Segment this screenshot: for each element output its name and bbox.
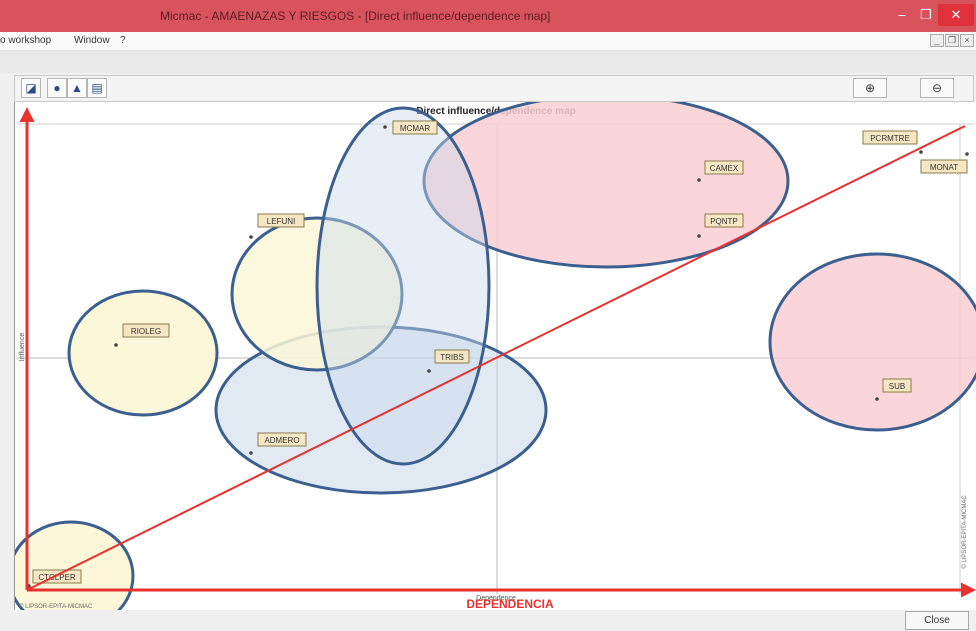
right-axis-credit: © LIPSOR-EPITA-MICMAC [961, 495, 968, 569]
variable-label: CAMEX [710, 164, 739, 173]
close-icon[interactable]: ✕ [938, 4, 974, 26]
variable-label: RIOLEG [131, 327, 161, 336]
variable-label: SUB [889, 382, 905, 391]
zoom-in-icon[interactable]: ⊕ [853, 78, 887, 98]
variable-label: PCRMTRE [870, 134, 910, 143]
cluster-ellipse-left [67, 289, 219, 417]
print-icon[interactable]: ▤ [87, 78, 107, 98]
bottom-credit: © LIPSOR-EPITA-MICMAC [19, 603, 93, 610]
variable-label: LEFUNI [267, 217, 295, 226]
variable-label: PQNTP [710, 217, 738, 226]
select-icon[interactable]: ◪ [21, 78, 41, 98]
variable-label: MONAT [930, 163, 958, 172]
mdi-minimize-icon[interactable]: _ [930, 34, 944, 47]
variable-label: TRIBS [440, 353, 464, 362]
close-button[interactable]: Close [905, 611, 969, 630]
map-toolbar: ◪ ● ▲ ▤ ⊕ ⊖ [14, 75, 974, 102]
variable-label: ADMERO [264, 436, 299, 445]
map-canvas: Direct influence/dependence map MCMAR LE… [7, 93, 976, 631]
influence-dependence-map: Direct influence/dependence map MCMAR LE… [7, 93, 976, 631]
toolbar-strip [0, 51, 976, 73]
menu-help[interactable]: ? [120, 35, 126, 46]
mdi-close-icon[interactable]: × [960, 34, 974, 47]
title-bar: Micmac - AMAENAZAS Y RIESGOS - [Direct i… [0, 0, 976, 32]
menu-bar: o workshop Window ? _ ❐ × [0, 32, 976, 51]
footer-bar [0, 610, 976, 631]
dependence-annotation: DEPENDENCIA [466, 597, 554, 610]
cluster-ellipse-right [768, 252, 976, 432]
window-title: Micmac - AMAENAZAS Y RIESGOS - [Direct i… [160, 9, 551, 23]
variable-point[interactable]: MONAT [920, 152, 969, 174]
mdi-restore-icon[interactable]: ❐ [945, 34, 959, 47]
menu-workshop[interactable]: o workshop [0, 35, 51, 46]
y-axis-label: Influence [19, 333, 26, 362]
zoom-out-icon[interactable]: ⊖ [920, 78, 954, 98]
menu-window[interactable]: Window [74, 35, 110, 46]
cluster-ellipse-center-tall [315, 106, 491, 466]
export-icon[interactable]: ▲ [67, 78, 87, 98]
maximize-icon[interactable]: ❐ [914, 4, 938, 26]
color-icon[interactable]: ● [47, 78, 67, 98]
minimize-icon[interactable]: – [890, 4, 914, 26]
variable-label: MCMAR [400, 124, 430, 133]
